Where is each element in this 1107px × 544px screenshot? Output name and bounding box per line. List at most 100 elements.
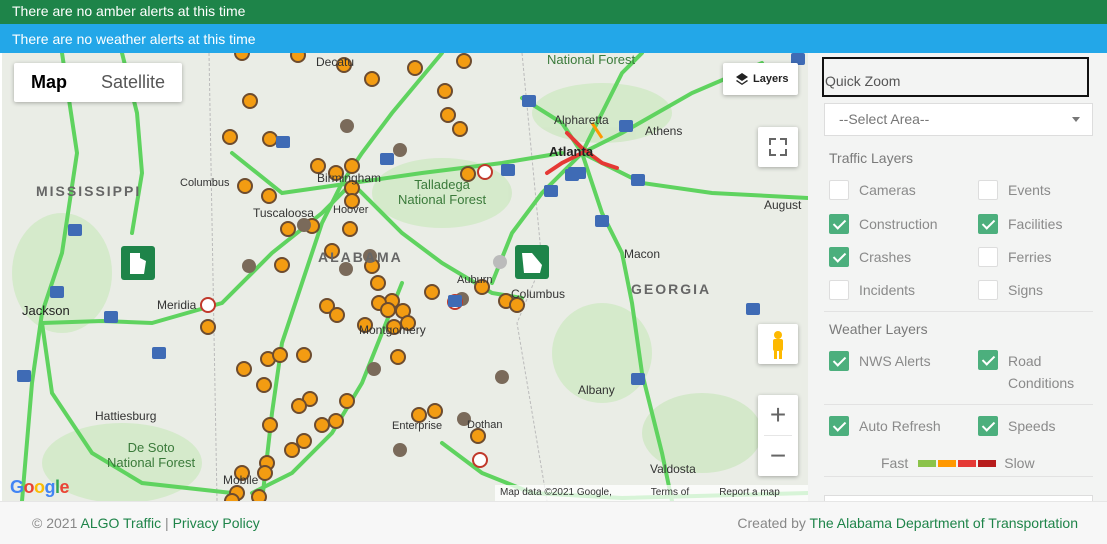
- quick-zoom-title: Quick Zoom: [822, 57, 1089, 97]
- label-birmingham: Birmingham: [317, 171, 382, 185]
- fullscreen-button[interactable]: [758, 127, 798, 167]
- label-alpharetta: Alpharetta: [554, 113, 609, 127]
- label-columbus-ga: Columbus: [511, 287, 566, 301]
- map-type-control: Map Satellite: [14, 63, 183, 102]
- checkbox[interactable]: [978, 180, 998, 200]
- map-type-map-button[interactable]: Map: [14, 63, 84, 102]
- toggle-speeds[interactable]: Speeds: [978, 416, 1107, 436]
- checkbox[interactable]: [829, 247, 849, 267]
- privacy-policy-link[interactable]: Privacy Policy: [173, 515, 260, 531]
- layer-toggle-cameras[interactable]: Cameras: [829, 180, 959, 200]
- legend-swatch-heavy: [958, 459, 977, 467]
- copyright-text: © 2021: [32, 515, 78, 531]
- checkbox[interactable]: [978, 416, 998, 436]
- speed-legend: Fast Slow: [881, 455, 1035, 471]
- label-macon: Macon: [624, 247, 661, 261]
- label-augusta: August: [764, 198, 802, 212]
- checkbox[interactable]: [978, 247, 998, 267]
- zoom-out-button[interactable]: −: [758, 436, 798, 476]
- label-jackson: Jackson: [22, 303, 70, 318]
- layer-label: Ferries: [1008, 249, 1052, 265]
- chevron-down-icon: [1072, 117, 1080, 122]
- layer-label: Speeds: [1008, 418, 1056, 434]
- legend-swatch-slow: [978, 459, 997, 467]
- label-hoover: Hoover: [333, 204, 369, 216]
- label-alabama: ALABAMA: [318, 249, 403, 265]
- layer-toggle-ferries[interactable]: Ferries: [978, 247, 1107, 267]
- label-decatur: Decatu: [316, 55, 355, 69]
- layer-toggle-nws-alerts[interactable]: NWS Alerts: [829, 351, 959, 371]
- zoom-control: + −: [758, 395, 798, 476]
- layer-toggle-events[interactable]: Events: [978, 180, 1107, 200]
- weather-alert-banner: There are no weather alerts at this time: [0, 24, 1107, 53]
- label-athens: Athens: [645, 124, 683, 138]
- map-attribution: Map data ©2021 Google, INEGI Terms of Us…: [495, 485, 808, 501]
- footer-right: Created by The Alabama Department of Tra…: [737, 502, 1078, 544]
- label-montgomery: Montgomery: [359, 323, 426, 337]
- pegman-icon: [773, 331, 783, 359]
- layer-toggle-crashes[interactable]: Crashes: [829, 247, 959, 267]
- layer-toggle-signs[interactable]: Signs: [978, 280, 1107, 300]
- layers-button[interactable]: Layers: [723, 63, 798, 95]
- label-georgia: GEORGIA: [631, 281, 712, 297]
- label-talladega-forest: Talladega National Forest: [398, 177, 487, 207]
- label-auburn: Auburn: [457, 274, 493, 286]
- layers-icon: [736, 73, 748, 85]
- layer-label: Events: [1008, 182, 1051, 198]
- report-map-error-link[interactable]: Report a map error: [719, 485, 803, 501]
- layer-toggle-facilities[interactable]: Facilities: [978, 214, 1107, 234]
- footer-separator: |: [165, 515, 169, 531]
- zoom-in-button[interactable]: +: [758, 395, 798, 435]
- checkbox[interactable]: [829, 180, 849, 200]
- toggle-auto-refresh[interactable]: Auto Refresh: [829, 416, 959, 436]
- map-type-satellite-button[interactable]: Satellite: [84, 63, 182, 102]
- label-dothan: Dothan: [467, 419, 503, 431]
- layer-label: Crashes: [859, 249, 912, 265]
- label-hattiesburg: Hattiesburg: [95, 409, 157, 423]
- legend-fast-label: Fast: [881, 455, 909, 471]
- layers-side-panel: Quick Zoom --Select Area-- Traffic Layer…: [808, 53, 1107, 501]
- checkbox[interactable]: [829, 214, 849, 234]
- layers-button-label: Layers: [753, 73, 789, 85]
- legend-swatch-fast: [918, 459, 937, 467]
- label-valdosta: Valdosta: [650, 462, 696, 476]
- layer-label: Facilities: [1008, 216, 1063, 232]
- layer-label: Cameras: [859, 182, 916, 198]
- checkbox[interactable]: [978, 280, 998, 300]
- layer-toggle-incidents[interactable]: Incidents: [829, 280, 959, 300]
- traffic-layers-title: Traffic Layers: [829, 150, 914, 166]
- label-columbus-ms: Columbus: [180, 177, 230, 189]
- layer-label: Incidents: [859, 282, 916, 298]
- legend-slow-label: Slow: [1004, 455, 1035, 471]
- footer-left: © 2021 ALGO Traffic | Privacy Policy: [32, 502, 260, 544]
- street-view-pegman[interactable]: [758, 324, 798, 364]
- layer-label: Construction: [859, 216, 938, 232]
- checkbox[interactable]: [978, 350, 998, 370]
- checkbox[interactable]: [978, 214, 998, 234]
- layer-label: Auto Refresh: [859, 418, 941, 434]
- checkbox[interactable]: [829, 416, 849, 436]
- legend-swatch-moderate: [938, 459, 957, 467]
- checkbox[interactable]: [829, 280, 849, 300]
- layer-toggle-construction[interactable]: Construction: [829, 214, 959, 234]
- page-footer: © 2021 ALGO Traffic | Privacy Policy Cre…: [0, 501, 1107, 544]
- checkbox[interactable]: [829, 351, 849, 371]
- label-desoto-forest: De Soto National Forest: [107, 440, 196, 470]
- area-select[interactable]: --Select Area--: [824, 103, 1093, 136]
- label-national-forest: National Forest: [547, 53, 636, 67]
- created-by-text: Created by: [737, 515, 806, 531]
- aldot-link[interactable]: The Alabama Department of Transportation: [810, 515, 1078, 531]
- layer-toggle-road-conditions[interactable]: Road Conditions: [978, 350, 1088, 394]
- amber-alert-banner: There are no amber alerts at this time: [0, 0, 1107, 24]
- layer-label: NWS Alerts: [859, 353, 931, 369]
- layer-label: Road Conditions: [1008, 353, 1075, 391]
- map-canvas: [2, 53, 808, 501]
- traffic-map[interactable]: MISSISSIPPI ALABAMA GEORGIA National For…: [2, 53, 808, 501]
- layer-label: Signs: [1008, 282, 1044, 298]
- label-albany: Albany: [578, 383, 615, 397]
- label-enterprise: Enterprise: [392, 420, 443, 432]
- label-atlanta: Atlanta: [549, 144, 594, 159]
- algo-traffic-link[interactable]: ALGO Traffic: [80, 515, 161, 531]
- terms-of-use-link[interactable]: Terms of Use: [651, 485, 709, 501]
- label-mobile: Mobile: [223, 473, 259, 487]
